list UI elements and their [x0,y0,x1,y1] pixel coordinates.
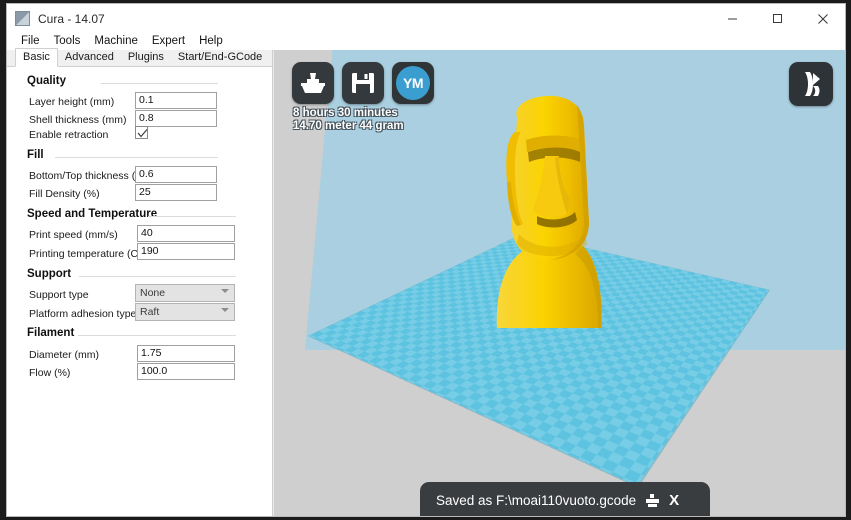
youmagine-button[interactable]: YM [392,62,434,104]
input-shell-thickness[interactable]: 0.8 [135,110,217,127]
cura-main-window: Cura - 14.07 File Tools Machine Expert H… [6,3,846,517]
desktop-background: Cura - 14.07 File Tools Machine Expert H… [0,0,851,520]
checkbox-enable-retraction[interactable] [135,126,148,139]
group-rule-quality [101,83,218,84]
input-layer-height[interactable]: 0.1 [135,92,217,109]
label-printing-temperature: Printing temperature (C) [29,248,142,260]
label-platform-adhesion-type: Platform adhesion type [29,308,136,320]
window-title: Cura - 14.07 [38,12,105,26]
print-button[interactable] [292,62,334,104]
input-printing-temperature[interactable]: 190 [137,243,235,260]
group-rule-speed-temperature [148,216,236,217]
cura-app-icon [15,11,30,26]
menu-bar: File Tools Machine Expert Help [7,33,845,50]
label-support-type: Support type [29,289,89,301]
youmagine-icon: YM [396,66,430,100]
label-layer-height: Layer height (mm) [29,96,114,108]
group-rule-fill [55,157,218,158]
menu-item-help[interactable]: Help [192,33,230,50]
group-title-filament: Filament [27,327,74,339]
print-material: 14.70 meter 44 gram [293,120,404,133]
group-title-quality: Quality [27,75,66,87]
tab-start-end-gcode[interactable]: Start/End-GCode [171,49,269,66]
label-enable-retraction: Enable retraction [29,129,108,141]
input-fill-density[interactable]: 25 [135,184,217,201]
chevron-down-icon [221,289,229,293]
title-bar: Cura - 14.07 [7,4,845,33]
tab-basic[interactable]: Basic [15,48,58,67]
settings-tab-strip: Basic Advanced Plugins Start/End-GCode [7,50,272,67]
menu-item-machine[interactable]: Machine [87,33,144,50]
minimize-button[interactable] [710,4,755,33]
chevron-down-icon [221,308,229,312]
group-title-fill: Fill [27,149,44,161]
moai-statue-model[interactable] [471,94,621,329]
print-stats: 8 hours 30 minutes 14.70 meter 44 gram [293,107,404,133]
save-toolpath-button[interactable] [342,62,384,104]
toast-close-button[interactable]: X [669,493,679,508]
window-controls [710,4,845,33]
input-bottom-top-thickness[interactable]: 0.6 [135,166,217,183]
3d-viewport[interactable]: YM 8 hours 30 minutes 14.70 meter 44 gra… [275,50,846,517]
status-toast: Saved as F:\moai110vuoto.gcode X [420,482,710,517]
select-platform-adhesion-type-value: Raft [140,306,159,318]
tab-advanced[interactable]: Advanced [58,49,121,66]
group-title-speed-temperature: Speed and Temperature [27,208,157,220]
floppy-disk-icon [350,70,376,96]
3d-printer-icon [299,69,327,97]
close-button[interactable] [800,4,845,33]
print-icon[interactable] [645,493,660,508]
label-print-speed: Print speed (mm/s) [29,229,118,241]
maximize-button[interactable] [755,4,800,33]
select-platform-adhesion-type[interactable]: Raft [135,303,235,321]
toast-message: Saved as F:\moai110vuoto.gcode [436,493,636,508]
group-title-support: Support [27,268,71,280]
tab-plugins[interactable]: Plugins [121,49,171,66]
group-rule-support [79,276,236,277]
label-diameter: Diameter (mm) [29,349,99,361]
layers-view-icon [796,69,826,99]
select-support-type-value: None [140,287,165,299]
viewport-toolbar: YM [292,62,434,104]
input-flow[interactable]: 100.0 [137,363,235,380]
group-rule-filament [78,335,236,336]
select-support-type[interactable]: None [135,284,235,302]
settings-panel: Quality Layer height (mm) 0.1 Shell thic… [7,67,272,517]
input-print-speed[interactable]: 40 [137,225,235,242]
view-mode-button[interactable] [789,62,833,106]
print-time: 8 hours 30 minutes [293,107,404,120]
checkmark-icon [137,128,148,139]
menu-item-expert[interactable]: Expert [145,33,192,50]
input-diameter[interactable]: 1.75 [137,345,235,362]
label-fill-density: Fill Density (%) [29,188,100,200]
label-flow: Flow (%) [29,367,70,379]
label-shell-thickness: Shell thickness (mm) [29,114,126,126]
